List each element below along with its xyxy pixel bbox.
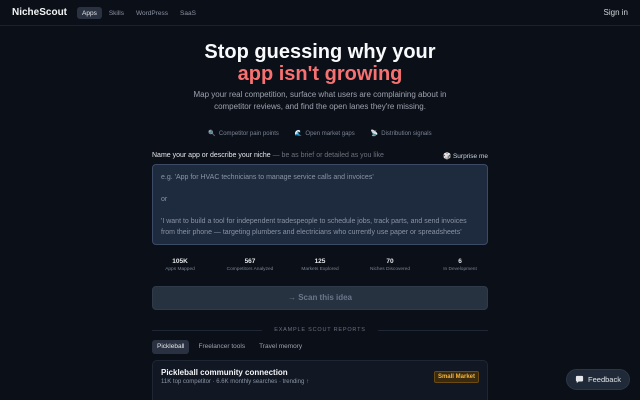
- hero-title-accent: app isn't growing: [237, 63, 403, 85]
- feature-item: 🔍 Competitor pain points: [208, 130, 279, 137]
- niche-input-hint: — be as brief or detailed as you like: [270, 152, 384, 159]
- niche-input-label: Name your app or describe your niche — b…: [152, 152, 384, 159]
- hero-title-line1: Stop guessing why your: [204, 41, 436, 63]
- niche-textarea[interactable]: e.g. 'App for HVAC technicians to manage…: [152, 164, 488, 245]
- stat-label: Niches Discovered: [370, 267, 410, 272]
- feedback-label: Feedback: [588, 375, 621, 384]
- nav-tabs: Apps Skills WordPress SaaS: [77, 7, 201, 19]
- example-report-card[interactable]: Pickleball community connection 11K top …: [152, 360, 488, 400]
- tab-skills[interactable]: Skills: [104, 7, 129, 19]
- hero-subtitle: Map your real competition, surface what …: [193, 90, 447, 111]
- niche-input-label-text: Name your app or describe your niche: [152, 152, 271, 159]
- stat-label: Apps Mapped: [165, 267, 195, 272]
- feature-list: 🔍 Competitor pain points 🌊 Open market gap…: [0, 130, 640, 137]
- feature-label: Open market gaps: [305, 131, 355, 137]
- stat-markets-explored: 125 Markets Explored: [292, 258, 348, 273]
- example-tab-pickleball[interactable]: Pickleball: [152, 340, 190, 354]
- brand-logo[interactable]: NicheScout: [12, 7, 67, 18]
- scan-idea-button[interactable]: → Scan this idea: [152, 286, 488, 310]
- feature-label: Competitor pain points: [218, 131, 279, 137]
- example-tab-travel-memory[interactable]: Travel memory: [254, 340, 307, 354]
- top-nav: NicheScout Apps Skills WordPress SaaS Si…: [0, 0, 640, 26]
- magnifier-icon: 🔍: [208, 131, 216, 137]
- stat-value: 70: [386, 258, 394, 265]
- stat-competitors-analyzed: 567 Competitors Analyzed: [222, 258, 278, 273]
- stat-value: 6: [458, 258, 462, 265]
- feature-item: 📡 Distribution signals: [371, 130, 432, 137]
- stat-in-development: 6 In Development: [432, 258, 488, 273]
- tab-apps[interactable]: Apps: [77, 7, 102, 19]
- dice-icon: 🎲: [443, 153, 452, 160]
- chat-bubble-icon: [575, 375, 584, 384]
- stat-label: Competitors Analyzed: [226, 267, 274, 272]
- stat-apps-mapped: 105K Apps Mapped: [152, 258, 208, 273]
- report-title: Pickleball community connection: [161, 368, 288, 377]
- tab-saas[interactable]: SaaS: [175, 7, 201, 19]
- divider-line: [378, 329, 488, 331]
- stat-value: 105K: [172, 258, 188, 265]
- feature-label: Distribution signals: [381, 131, 432, 137]
- stat-label: In Development: [443, 267, 477, 272]
- surprise-me-button[interactable]: 🎲 Surprise me: [443, 152, 488, 160]
- satellite-icon: 📡: [370, 131, 379, 137]
- example-tabs: Pickleball Freelancer tools Travel memor…: [152, 340, 307, 354]
- stat-value: 567: [244, 258, 256, 265]
- stat-niches-discovered: 70 Niches Discovered: [362, 258, 418, 273]
- wave-icon: 🌊: [294, 131, 303, 137]
- stats-row: 105K Apps Mapped 567 Competitors Analyze…: [152, 258, 488, 273]
- sign-in-link[interactable]: Sign in: [604, 8, 628, 17]
- tab-wordpress[interactable]: WordPress: [131, 7, 173, 19]
- examples-divider: EXAMPLE SCOUT REPORTS: [152, 325, 488, 335]
- surprise-me-label: Surprise me: [452, 153, 488, 160]
- report-meta: 11K top competitor · 6.6K monthly search…: [161, 379, 309, 385]
- feature-item: 🌊 Open market gaps: [295, 130, 355, 137]
- hero-title: Stop guessing why your app isn't growing: [0, 41, 640, 85]
- feedback-button[interactable]: Feedback: [566, 369, 630, 390]
- market-size-badge: Small Market: [433, 371, 479, 383]
- stat-value: 125: [314, 258, 326, 265]
- stat-label: Markets Explored: [301, 267, 339, 272]
- example-tab-freelancer-tools[interactable]: Freelancer tools: [193, 340, 250, 354]
